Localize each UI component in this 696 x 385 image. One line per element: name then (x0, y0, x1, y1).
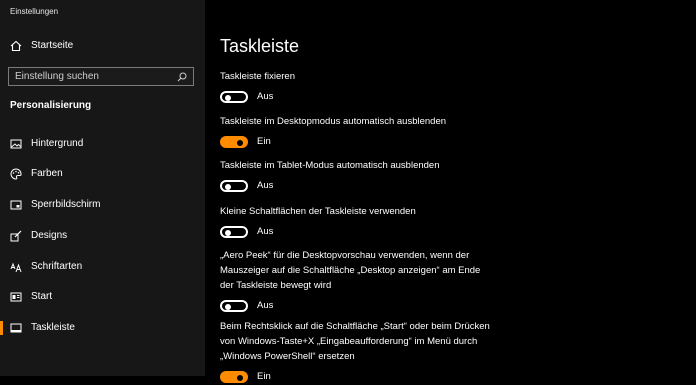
sidebar-item-label: Taskleiste (31, 322, 75, 333)
setting-label: Beim Rechtsklick auf die Schaltfläche „S… (220, 321, 490, 362)
sidebar-item-taskleiste[interactable]: Taskleiste (0, 316, 205, 340)
setting-label: Taskleiste im Tablet-Modus automatisch a… (220, 160, 440, 171)
sidebar-item-sperrbildschirm[interactable]: Sperrbildschirm (0, 193, 205, 217)
sidebar-item-schriftarten[interactable]: Schriftarten (0, 255, 205, 279)
sidebar: Einstellungen Startseite Einstellung suc… (0, 0, 205, 376)
setting-autohide-desktop: Taskleiste im Desktopmodus automatisch a… (220, 114, 490, 150)
search-placeholder: Einstellung suchen (15, 71, 99, 82)
home-icon (10, 40, 22, 52)
sidebar-item-start[interactable]: Start (0, 285, 205, 309)
image-icon (10, 138, 22, 150)
toggle-state: Aus (257, 91, 274, 102)
section-title: Personalisierung (10, 100, 92, 111)
sidebar-item-label: Schriftarten (31, 261, 83, 272)
search-icon[interactable] (177, 72, 187, 82)
setting-autohide-tablet: Taskleiste im Tablet-Modus automatisch a… (220, 158, 490, 194)
sidebar-item-label: Sperrbildschirm (31, 199, 101, 210)
sidebar-item-hintergrund[interactable]: Hintergrund (0, 132, 205, 156)
home-label: Startseite (31, 40, 74, 51)
setting-powershell: Beim Rechtsklick auf die Schaltfläche „S… (220, 319, 490, 385)
main-content: Taskleiste Taskleiste fixieren Aus Taskl… (205, 0, 696, 383)
sidebar-item-label: Start (31, 291, 53, 302)
toggle-autohide-desktop[interactable] (220, 136, 248, 148)
start-menu-icon (10, 291, 22, 303)
setting-aero-peek: „Aero Peek“ für die Desktopvorschau verw… (220, 248, 490, 314)
toggle-state: Ein (257, 136, 271, 147)
setting-label: Taskleiste im Desktopmodus automatisch a… (220, 116, 447, 127)
toggle-state: Aus (257, 226, 274, 237)
toggle-aero-peek[interactable] (220, 300, 248, 312)
taskbar-icon (10, 322, 22, 334)
setting-label: Taskleiste fixieren (220, 71, 295, 82)
font-icon (10, 261, 22, 273)
home-link[interactable]: Startseite (0, 37, 205, 57)
search-input[interactable]: Einstellung suchen (8, 67, 194, 86)
toggle-state: Aus (257, 300, 274, 311)
sidebar-item-label: Designs (31, 230, 68, 241)
sidebar-item-label: Farben (31, 168, 63, 179)
setting-label: Kleine Schaltflächen der Taskleiste verw… (220, 206, 416, 217)
palette-icon (10, 168, 22, 180)
window-title: Einstellungen (10, 7, 59, 16)
setting-small-buttons: Kleine Schaltflächen der Taskleiste verw… (220, 204, 490, 240)
toggle-powershell[interactable] (220, 371, 248, 383)
sidebar-item-farben[interactable]: Farben (0, 162, 205, 186)
toggle-state: Aus (257, 180, 274, 191)
toggle-state: Ein (257, 371, 271, 382)
lock-screen-icon (10, 199, 22, 211)
toggle-autohide-tablet[interactable] (220, 180, 248, 192)
toggle-lock-taskbar[interactable] (220, 91, 248, 103)
toggle-small-buttons[interactable] (220, 226, 248, 238)
page-title: Taskleiste (220, 36, 300, 56)
brush-icon (10, 230, 22, 242)
setting-label: „Aero Peek“ für die Desktopvorschau verw… (220, 250, 481, 291)
setting-lock-taskbar: Taskleiste fixieren Aus (220, 69, 490, 105)
sidebar-item-designs[interactable]: Designs (0, 224, 205, 248)
sidebar-item-label: Hintergrund (31, 138, 84, 149)
